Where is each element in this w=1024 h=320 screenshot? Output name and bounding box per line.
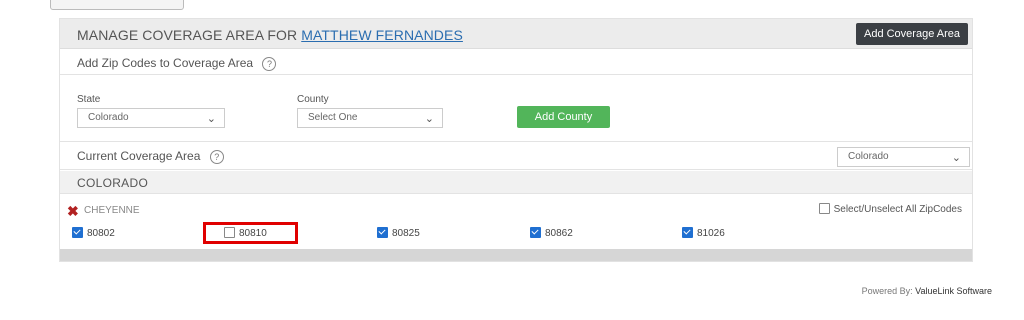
zip-checkbox-item[interactable]: 80802 bbox=[72, 227, 115, 240]
zip-checkbox[interactable] bbox=[530, 227, 541, 238]
zip-checkbox[interactable] bbox=[682, 227, 693, 238]
current-coverage-label-wrap: Current Coverage Area ? bbox=[77, 149, 224, 164]
state-heading: COLORADO bbox=[77, 176, 149, 190]
state-select[interactable]: Colorado ⌄ bbox=[77, 108, 225, 128]
help-icon[interactable]: ? bbox=[209, 149, 224, 164]
highlight-box bbox=[203, 222, 298, 244]
chevron-down-icon: ⌄ bbox=[206, 113, 216, 125]
select-all-zipcodes[interactable]: Select/Unselect All ZipCodes bbox=[818, 203, 962, 216]
zip-codes-label: Add Zip Codes to Coverage Area bbox=[77, 56, 254, 70]
panel-header: MANAGE COVERAGE AREA FOR MATTHEW FERNAND… bbox=[60, 19, 972, 49]
zip-code-label: 80862 bbox=[545, 228, 573, 240]
add-county-button[interactable]: Add County bbox=[517, 106, 610, 128]
zip-checkbox-item[interactable]: 81026 bbox=[682, 227, 725, 240]
title-prefix: MANAGE COVERAGE AREA FOR bbox=[77, 27, 298, 43]
agent-name-link[interactable]: MATTHEW FERNANDES bbox=[301, 27, 463, 43]
select-all-label: Select/Unselect All ZipCodes bbox=[833, 204, 962, 216]
county-name: CHEYENNE bbox=[84, 205, 140, 216]
zip-checkbox[interactable] bbox=[377, 227, 388, 238]
zip-checkbox-item[interactable]: 80825 bbox=[377, 227, 420, 240]
county-label: County bbox=[297, 94, 329, 105]
county-select[interactable]: Select One ⌄ bbox=[297, 108, 443, 128]
coverage-panel: MANAGE COVERAGE AREA FOR MATTHEW FERNAND… bbox=[59, 18, 973, 262]
list-footer-bar bbox=[60, 249, 972, 261]
state-heading-row: COLORADO bbox=[60, 171, 972, 194]
powered-by-footer: Powered By: ValueLink Software bbox=[862, 286, 992, 296]
chevron-down-icon: ⌄ bbox=[951, 152, 961, 164]
state-select-value: Colorado bbox=[88, 112, 129, 123]
page-title: MANAGE COVERAGE AREA FOR MATTHEW FERNAND… bbox=[77, 27, 463, 43]
remove-x-icon[interactable]: ✖ bbox=[67, 204, 79, 218]
footer-prefix: Powered By: bbox=[861, 286, 913, 296]
zip-checkbox[interactable] bbox=[72, 227, 83, 238]
county-select-value: Select One bbox=[308, 112, 358, 123]
zip-code-label: 81026 bbox=[697, 228, 725, 240]
state-label: State bbox=[77, 94, 101, 105]
zip-codes-header: Add Zip Codes to Coverage Area ? bbox=[60, 50, 972, 75]
current-coverage-label: Current Coverage Area bbox=[77, 149, 201, 163]
help-icon[interactable]: ? bbox=[262, 56, 277, 71]
county-row: ✖ CHEYENNE Select/Unselect All ZipCodes bbox=[60, 201, 972, 221]
select-all-checkbox[interactable] bbox=[818, 203, 830, 214]
chevron-down-icon: ⌄ bbox=[424, 113, 434, 125]
add-coverage-area-button[interactable]: Add Coverage Area bbox=[855, 23, 968, 45]
add-county-form: State Colorado ⌄ County Select One ⌄ Add… bbox=[60, 76, 972, 142]
current-coverage-header: Current Coverage Area ? Colorado ⌄ bbox=[60, 143, 972, 170]
coverage-state-filter[interactable]: Colorado ⌄ bbox=[837, 147, 970, 167]
zip-checkbox-item[interactable]: 80862 bbox=[530, 227, 573, 240]
coverage-filter-value: Colorado bbox=[848, 151, 889, 162]
footer-brand[interactable]: ValueLink Software bbox=[915, 286, 992, 296]
zip-code-row: 80802 80810 80825 80862 81026 bbox=[60, 225, 972, 245]
zip-code-label: 80825 bbox=[392, 228, 420, 240]
zip-code-label: 80802 bbox=[87, 228, 115, 240]
zip-codes-label-wrap: Add Zip Codes to Coverage Area ? bbox=[77, 56, 277, 71]
top-button-stub[interactable] bbox=[50, 0, 184, 10]
